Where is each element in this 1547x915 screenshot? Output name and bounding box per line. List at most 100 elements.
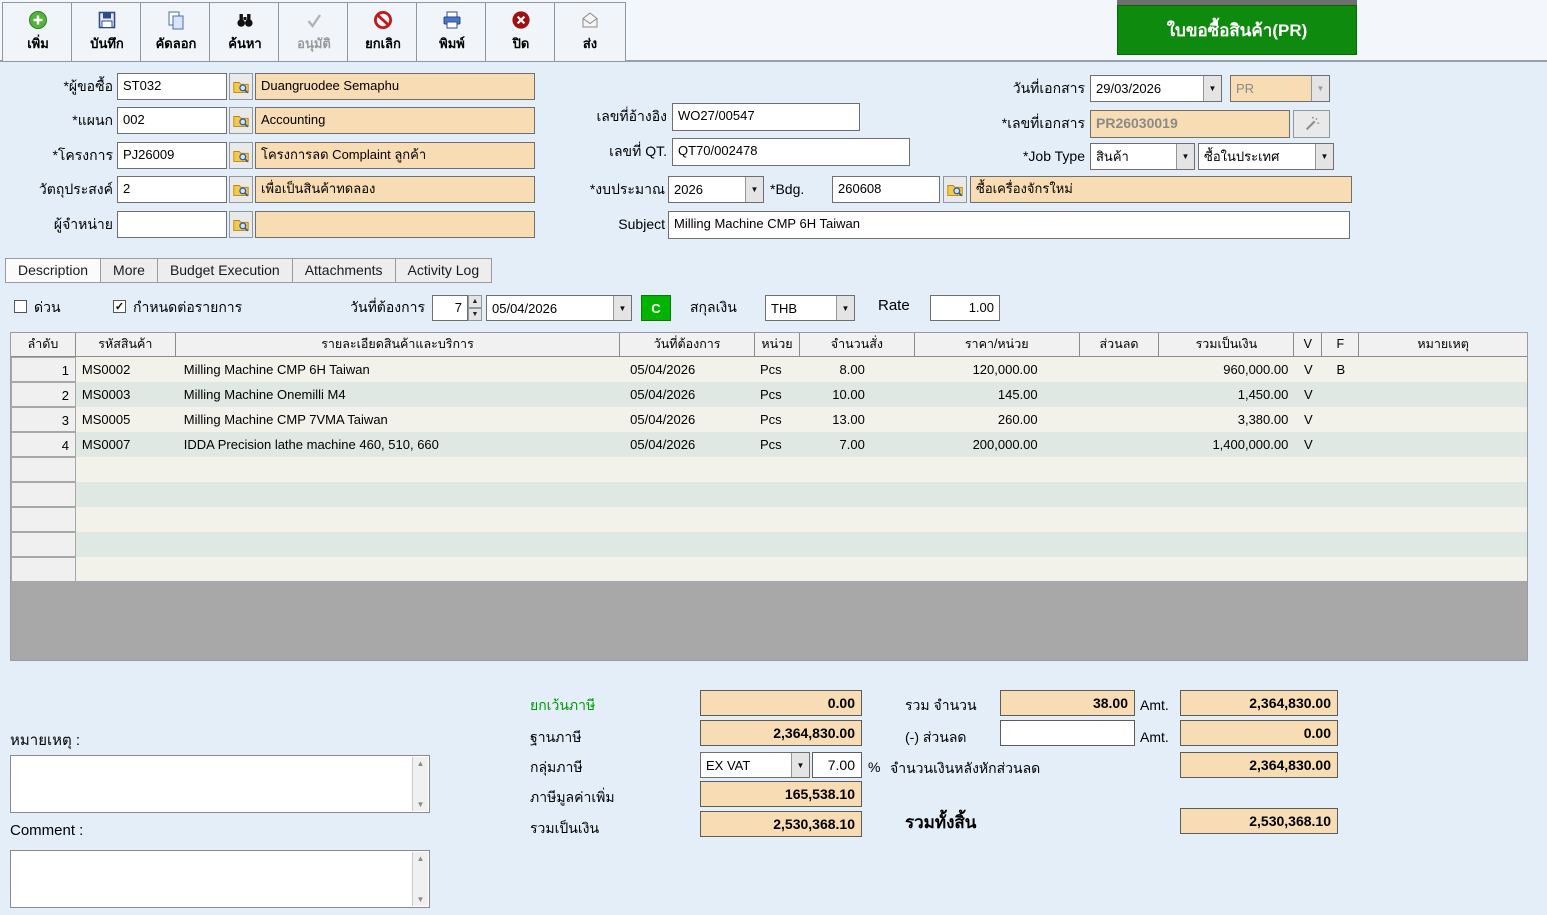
empty-row[interactable] [11, 457, 1527, 482]
job-type-select[interactable]: สินค้า ▼ [1090, 143, 1195, 170]
item-description: Milling Machine Onemilli M4 [176, 382, 620, 407]
budget-year-value: 2026 [669, 177, 745, 202]
grid-header-row: ลำดับ รหัสสินค้า รายละเอียดสินค้าและบริก… [11, 333, 1527, 357]
close-button[interactable]: ปิด [485, 2, 557, 62]
copy-icon [166, 10, 186, 30]
discount-input[interactable] [1000, 720, 1135, 746]
folder-search-icon [232, 112, 250, 130]
total-amount-field: 2,364,830.00 [1180, 690, 1338, 716]
requester-label: *ผู้ขอซื้อ [0, 73, 113, 100]
col-header-v: V [1294, 333, 1322, 357]
remark-scrollbar[interactable]: ▲▼ [412, 757, 428, 811]
comment-textarea[interactable]: ▲▼ [10, 850, 430, 908]
reference-label: เลขที่อ้างอิง [545, 103, 667, 130]
row-number-cell[interactable]: 4 [11, 432, 76, 457]
row-number-cell[interactable]: 3 [11, 407, 76, 432]
print-button[interactable]: พิมพ์ [416, 2, 488, 62]
item-total: 1,450.00 [1160, 382, 1295, 407]
currency-label: สกุลเงิน [690, 297, 737, 319]
col-header-remark: หมายเหตุ [1359, 333, 1527, 357]
rate-input[interactable]: 1.00 [930, 295, 1000, 321]
send-button[interactable]: ส่ง [554, 2, 626, 62]
subject-input[interactable]: Milling Machine CMP 6H Taiwan [668, 211, 1350, 239]
empty-row[interactable] [11, 532, 1527, 557]
copy-button-label: คัดลอก [156, 33, 197, 54]
scroll-down-icon[interactable]: ▼ [417, 800, 425, 809]
reference-input[interactable]: WO27/00547 [672, 103, 860, 131]
add-button[interactable]: เพิ่ม [2, 2, 74, 62]
row-number-cell[interactable]: 2 [11, 382, 76, 407]
doc-date-select[interactable]: 29/03/2026 ▼ [1090, 75, 1222, 102]
remark-textarea[interactable]: ▲▼ [10, 755, 430, 813]
quotation-input[interactable]: QT70/002478 [672, 138, 910, 166]
empty-row[interactable] [11, 557, 1527, 582]
grid-footer-area [10, 581, 1528, 661]
total-field: 2,530,368.10 [700, 811, 862, 837]
item-f-flag [1322, 432, 1359, 457]
per-item-checkbox[interactable]: ✓ [113, 300, 126, 313]
tax-group-select[interactable]: EX VAT ▼ [700, 752, 810, 778]
tax-rate-input[interactable]: 7.00 [812, 752, 862, 778]
item-total: 1,400,000.00 [1160, 432, 1295, 457]
requester-code-input[interactable]: ST032 [117, 73, 227, 100]
item-remark [1359, 357, 1527, 382]
col-header-price: ราคา/หน่วย [915, 333, 1080, 357]
grand-total-field: 2,530,368.10 [1180, 808, 1338, 834]
empty-row[interactable] [11, 482, 1527, 507]
vendor-lookup-button[interactable] [229, 211, 253, 238]
lead-days-down-button[interactable]: ▼ [468, 308, 482, 321]
need-date-select[interactable]: 05/04/2026 ▼ [486, 295, 632, 321]
col-header-description: รายละเอียดสินค้าและบริการ [176, 333, 620, 357]
item-unit: Pcs [755, 382, 800, 407]
table-row[interactable]: 3 MS0005 Milling Machine CMP 7VMA Taiwan… [11, 407, 1527, 432]
budget-year-select[interactable]: 2026 ▼ [668, 176, 764, 203]
urgent-checkbox[interactable] [14, 300, 27, 313]
project-code-input[interactable]: PJ26009 [117, 142, 227, 169]
scroll-up-icon[interactable]: ▲ [417, 854, 425, 863]
search-button[interactable]: ค้นหา [209, 2, 281, 62]
tab-description[interactable]: Description [5, 258, 101, 283]
save-button[interactable]: บันทึก [71, 2, 143, 62]
tab-attachments[interactable]: Attachments [292, 258, 396, 283]
tab-activity-log[interactable]: Activity Log [395, 258, 493, 283]
folder-search-icon [232, 216, 250, 234]
cancel-button[interactable]: ยกเลิก [347, 2, 419, 62]
doc-date-label: วันที่เอกสาร [955, 75, 1085, 102]
lead-days-up-button[interactable]: ▲ [468, 295, 482, 308]
purpose-code-input[interactable]: 2 [117, 176, 227, 203]
tab-budget-execution[interactable]: Budget Execution [157, 258, 293, 283]
empty-row[interactable] [11, 507, 1527, 532]
table-row[interactable]: 2 MS0003 Milling Machine Onemilli M4 05/… [11, 382, 1527, 407]
scroll-down-icon[interactable]: ▼ [417, 895, 425, 904]
comment-label: Comment : [10, 822, 83, 839]
purchase-type-select[interactable]: ซื้อในประเทศ ▼ [1198, 143, 1334, 170]
add-button-label: เพิ่ม [27, 33, 49, 54]
after-discount-field: 2,364,830.00 [1180, 752, 1338, 778]
budget-code-input[interactable]: 260608 [832, 176, 940, 203]
currency-select[interactable]: THB ▼ [765, 295, 855, 321]
department-code-input[interactable]: 002 [117, 107, 227, 134]
department-lookup-button[interactable] [229, 107, 253, 134]
copy-button[interactable]: คัดลอก [140, 2, 212, 62]
purpose-lookup-button[interactable] [229, 176, 253, 203]
tax-exempt-label: ยกเว้นภาษี [530, 694, 595, 716]
row-number-cell[interactable]: 1 [11, 357, 76, 382]
scroll-up-icon[interactable]: ▲ [417, 759, 425, 768]
department-name-field: Accounting [255, 107, 535, 134]
table-row[interactable]: 1 MS0002 Milling Machine CMP 6H Taiwan 0… [11, 357, 1527, 382]
comment-scrollbar[interactable]: ▲▼ [412, 852, 428, 906]
calc-button[interactable]: C [641, 295, 671, 321]
page-title: ใบขอซื้อสินค้า(PR) [1117, 5, 1357, 55]
discount-label: (-) ส่วนลด [905, 726, 967, 748]
vendor-code-input[interactable] [117, 211, 227, 238]
project-lookup-button[interactable] [229, 142, 253, 169]
lead-days-input[interactable]: 7 [432, 295, 468, 321]
doc-type-value: PR [1231, 76, 1311, 101]
tax-base-field: 2,364,830.00 [700, 720, 862, 746]
requester-lookup-button[interactable] [229, 73, 253, 100]
budget-lookup-button[interactable] [943, 176, 967, 203]
table-row[interactable]: 4 MS0007 IDDA Precision lathe machine 46… [11, 432, 1527, 457]
item-unit: Pcs [755, 432, 800, 457]
purchase-type-value: ซื้อในประเทศ [1199, 144, 1315, 169]
tab-more[interactable]: More [100, 258, 158, 283]
